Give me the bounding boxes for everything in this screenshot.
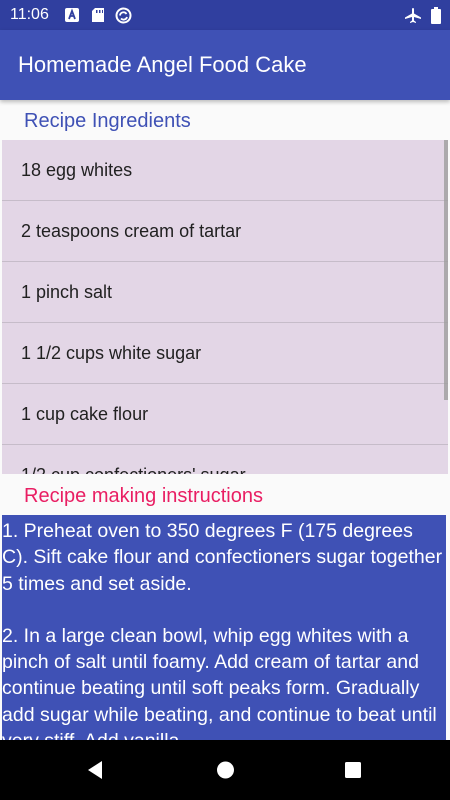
home-icon[interactable] xyxy=(216,760,235,785)
sd-card-icon xyxy=(90,7,106,28)
status-time: 11:06 xyxy=(10,6,49,23)
list-item[interactable]: 1 pinch salt xyxy=(2,262,448,323)
list-item[interactable]: 1/2 cup confectioners' sugar xyxy=(2,445,448,474)
back-icon[interactable] xyxy=(86,760,104,785)
list-item[interactable]: 1 1/2 cups white sugar xyxy=(2,323,448,384)
sync-circle-icon xyxy=(115,7,132,29)
ingredients-label: Recipe Ingredients xyxy=(24,110,191,132)
list-item[interactable]: 1 cup cake flour xyxy=(2,384,448,445)
instructions-label: Recipe making instructions xyxy=(24,485,263,507)
instruction-step: 2. In a large clean bowl, whip egg white… xyxy=(2,624,437,740)
ingredients-list[interactable]: 18 egg whites 2 teaspoons cream of tarta… xyxy=(2,140,448,474)
ingredient-text: 1 cup cake flour xyxy=(21,404,149,424)
ingredient-text: 1 1/2 cups white sugar xyxy=(21,343,202,363)
ingredient-text: 18 egg whites xyxy=(21,160,133,180)
ingredient-text: 2 teaspoons cream of tartar xyxy=(21,221,242,241)
ingredient-text: 1/2 cup confectioners' sugar xyxy=(21,464,246,474)
font-a-icon xyxy=(64,7,80,28)
list-item[interactable]: 2 teaspoons cream of tartar xyxy=(2,201,448,262)
app-title: Homemade Angel Food Cake xyxy=(18,52,307,77)
app-bar: Homemade Angel Food Cake xyxy=(0,30,450,100)
list-item[interactable]: 18 egg whites xyxy=(2,140,448,201)
navigation-bar xyxy=(0,740,450,800)
instruction-step: 1. Preheat oven to 350 degrees F (175 de… xyxy=(2,520,443,595)
ingredients-scrollbar[interactable] xyxy=(444,140,448,400)
recents-icon[interactable] xyxy=(344,760,362,785)
battery-icon xyxy=(431,7,441,29)
airplane-mode-icon xyxy=(404,7,422,29)
instructions-text[interactable]: 1. Preheat oven to 350 degrees F (175 de… xyxy=(2,515,446,740)
status-bar: 11:06 xyxy=(0,0,450,30)
ingredient-text: 1 pinch salt xyxy=(21,282,113,302)
